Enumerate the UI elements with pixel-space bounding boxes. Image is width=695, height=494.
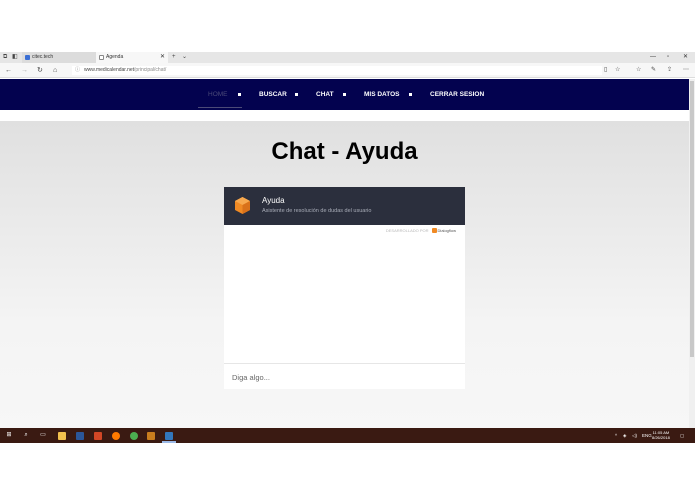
powered-by: DESARROLLADO POR Dialogflow xyxy=(385,228,456,234)
favorite-star-icon[interactable]: ☆ xyxy=(615,63,620,78)
file-explorer-icon[interactable] xyxy=(58,432,66,440)
close-tab-icon[interactable]: ✕ xyxy=(160,52,165,63)
url-path: /principal/chat/ xyxy=(134,67,167,73)
dialogflow-logo-icon xyxy=(431,228,437,234)
windows-taskbar: ⊞ ⌕ ▭ ^ ◈ ◁) ENG 11:05 AM 8/26/2018 ▢ xyxy=(0,428,695,443)
chat-message-input[interactable] xyxy=(224,365,465,389)
nav-home-underline xyxy=(198,107,242,108)
minimize-icon[interactable]: — xyxy=(650,52,656,63)
scrollbar-thumb[interactable] xyxy=(690,81,694,357)
search-icon[interactable]: ⌕ xyxy=(21,428,31,443)
task-view-icon[interactable]: ▭ xyxy=(38,428,48,443)
network-icon[interactable]: ◈ xyxy=(623,428,626,443)
firefox-icon[interactable] xyxy=(112,432,120,440)
favorites-hub-icon[interactable]: ☆ xyxy=(636,63,641,78)
refresh-icon[interactable]: ↻ xyxy=(37,63,43,78)
screen-bottom-margin xyxy=(0,443,695,494)
chrome-icon[interactable] xyxy=(130,432,138,440)
tab-label: citec.tech xyxy=(32,54,54,60)
edge-icon[interactable] xyxy=(165,432,173,440)
chat-divider xyxy=(224,363,465,364)
powered-by-brand: Dialogflow xyxy=(437,228,456,233)
site-navbar: HOME BUSCAR CHAT MIS DATOS CERRAR SESION xyxy=(0,79,689,110)
nav-separator xyxy=(295,93,298,96)
dialogflow-agent-icon xyxy=(235,197,250,214)
nav-home[interactable]: HOME xyxy=(208,79,228,110)
tab-favicon-icon xyxy=(25,55,30,60)
share-icon[interactable]: ⇪ xyxy=(667,63,672,78)
powered-by-label: DESARROLLADO POR xyxy=(385,228,429,233)
forward-arrow-icon[interactable]: → xyxy=(21,63,28,78)
tab-agenda[interactable]: Agenda ✕ xyxy=(96,52,168,63)
volume-icon[interactable]: ◁) xyxy=(632,428,637,443)
word-icon[interactable] xyxy=(76,432,84,440)
nav-separator xyxy=(409,93,412,96)
web-note-icon[interactable]: ✎ xyxy=(651,63,656,78)
nav-buscar[interactable]: BUSCAR xyxy=(259,79,287,110)
close-window-icon[interactable]: ✕ xyxy=(683,52,688,63)
url-field[interactable]: ⓘ www.medicalendar.net/principal/chat/ xyxy=(72,66,602,75)
notifications-icon[interactable]: ▢ xyxy=(680,428,684,443)
chat-agent-name: Ayuda xyxy=(262,196,285,205)
url-host: www.medicalendar.net xyxy=(84,67,135,73)
tab-list-chevron-icon[interactable]: ⌄ xyxy=(182,52,187,63)
page-title: Chat - Ayuda xyxy=(271,138,418,165)
nav-chat[interactable]: CHAT xyxy=(316,79,334,110)
sublime-icon[interactable] xyxy=(147,432,155,440)
reading-view-icon[interactable]: ▯ xyxy=(604,63,607,78)
chat-header: Ayuda Asistente de resolución de dudas d… xyxy=(224,187,465,225)
nav-cerrar-sesion[interactable]: CERRAR SESION xyxy=(430,79,484,110)
clock-date: 8/26/2018 xyxy=(652,435,670,440)
more-menu-icon[interactable]: ⋯ xyxy=(683,63,689,78)
tab-citec[interactable]: citec.tech xyxy=(22,52,96,63)
site-info-icon: ⓘ xyxy=(75,67,81,73)
home-icon[interactable]: ⌂ xyxy=(53,63,57,78)
start-windows-icon[interactable]: ⊞ xyxy=(4,428,14,443)
powerpoint-icon[interactable] xyxy=(94,432,102,440)
show-tabs-icon[interactable]: ◧ xyxy=(12,52,18,63)
page-scrollbar[interactable] xyxy=(689,79,695,428)
nav-separator xyxy=(343,93,346,96)
nav-separator xyxy=(238,93,241,96)
maximize-icon[interactable]: ▫ xyxy=(667,52,669,63)
tab-favicon-icon xyxy=(99,55,104,60)
browser-window: ⧉ ◧ citec.tech Agenda ✕ + ⌄ — ▫ ✕ ← → ↻ … xyxy=(0,52,695,428)
tray-chevron-icon[interactable]: ^ xyxy=(615,428,617,443)
new-tab-button[interactable]: + xyxy=(172,52,176,63)
chat-widget: Ayuda Asistente de resolución de dudas d… xyxy=(224,187,465,389)
page-viewport: HOME BUSCAR CHAT MIS DATOS CERRAR SESION… xyxy=(0,79,689,428)
clock[interactable]: 11:05 AM 8/26/2018 xyxy=(652,430,670,440)
back-arrow-icon[interactable]: ← xyxy=(5,63,12,78)
set-aside-tabs-icon[interactable]: ⧉ xyxy=(3,52,7,63)
chat-agent-description: Asistente de resolución de dudas del usu… xyxy=(262,208,372,214)
screen-top-margin xyxy=(0,0,695,52)
address-bar-row: ← → ↻ ⌂ ⓘ www.medicalendar.net/principal… xyxy=(0,63,695,78)
language-indicator[interactable]: ENG xyxy=(642,428,652,443)
nav-bottom-strip xyxy=(0,110,689,121)
tab-bar: ⧉ ◧ citec.tech Agenda ✕ + ⌄ — ▫ ✕ xyxy=(0,52,695,63)
nav-mis-datos[interactable]: MIS DATOS xyxy=(364,79,400,110)
tab-label: Agenda xyxy=(106,54,124,60)
